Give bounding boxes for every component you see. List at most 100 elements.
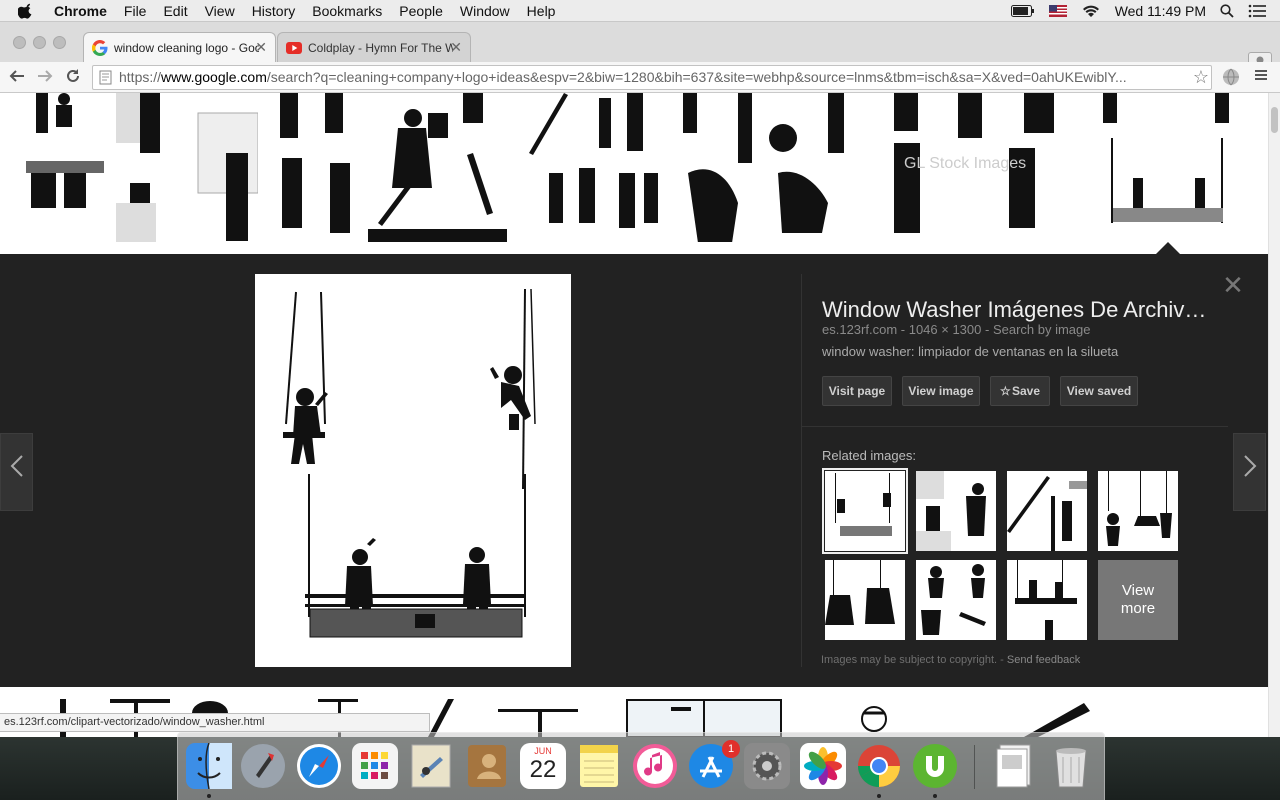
safari-icon[interactable] bbox=[296, 743, 342, 789]
photos-icon[interactable] bbox=[800, 743, 846, 789]
menu-bookmarks[interactable]: Bookmarks bbox=[312, 3, 382, 19]
pdf-document-icon[interactable] bbox=[992, 743, 1038, 789]
reload-button[interactable] bbox=[62, 67, 84, 89]
apps-grid-icon[interactable] bbox=[352, 743, 398, 789]
send-feedback-link[interactable]: Send feedback bbox=[1007, 654, 1080, 666]
menu-help[interactable]: Help bbox=[527, 3, 556, 19]
chrome-icon[interactable] bbox=[856, 743, 902, 789]
panel-separator bbox=[802, 426, 1228, 427]
page-info-icon[interactable] bbox=[99, 70, 113, 85]
launchpad-icon[interactable] bbox=[240, 743, 286, 789]
notification-center-icon[interactable] bbox=[1248, 4, 1266, 18]
silhouette-image bbox=[280, 93, 350, 233]
related-image[interactable] bbox=[1007, 560, 1087, 640]
silhouette-image bbox=[683, 93, 844, 242]
chevron-left-icon bbox=[10, 455, 23, 477]
url-scheme: https:// bbox=[119, 69, 162, 85]
image-result[interactable] bbox=[270, 93, 356, 242]
battery-icon[interactable] bbox=[1010, 5, 1035, 17]
page-scrollbar[interactable] bbox=[1268, 93, 1280, 737]
source-domain[interactable]: es.123rf.com bbox=[822, 322, 897, 337]
related-image[interactable] bbox=[916, 471, 996, 551]
screen: Chrome File Edit View History Bookmarks … bbox=[0, 0, 1280, 800]
image-result[interactable] bbox=[519, 93, 666, 242]
running-indicator bbox=[207, 794, 211, 798]
tab-close-icon[interactable]: ✕ bbox=[450, 39, 462, 56]
image-result[interactable] bbox=[16, 93, 104, 242]
address-bar[interactable]: https://www.google.com/search?q=cleaning… bbox=[92, 65, 1212, 90]
bookmark-star-icon[interactable]: ☆ bbox=[1193, 66, 1209, 89]
itunes-icon[interactable] bbox=[632, 743, 678, 789]
menu-window[interactable]: Window bbox=[460, 3, 510, 19]
image-result[interactable] bbox=[116, 93, 258, 242]
visit-page-button[interactable]: Visit page bbox=[822, 376, 892, 406]
image-meta: es.123rf.com - 1046 × 1300 - Search by i… bbox=[822, 322, 1091, 337]
meta-separator: - bbox=[981, 322, 993, 337]
forward-arrow-icon bbox=[38, 70, 53, 82]
star-icon: ☆ bbox=[1000, 384, 1011, 398]
chrome-menu-button[interactable] bbox=[1250, 67, 1272, 89]
utorrent-icon[interactable] bbox=[912, 743, 958, 789]
image-description: window washer: limpiador de ventanas en … bbox=[822, 344, 1119, 359]
trash-icon[interactable] bbox=[1048, 743, 1094, 789]
calendar-month: JUN bbox=[534, 746, 552, 756]
related-image[interactable] bbox=[1007, 471, 1087, 551]
copyright-separator: - bbox=[997, 654, 1007, 666]
menu-edit[interactable]: Edit bbox=[163, 3, 187, 19]
view-saved-button[interactable]: View saved bbox=[1060, 376, 1138, 406]
tab-youtube[interactable]: Coldplay - Hymn For The W ✕ bbox=[277, 32, 471, 62]
image-result-selected[interactable] bbox=[1083, 93, 1249, 242]
contacts-icon[interactable] bbox=[464, 743, 510, 789]
related-image[interactable] bbox=[916, 560, 996, 640]
us-flag-icon[interactable] bbox=[1048, 5, 1067, 17]
forward-button[interactable] bbox=[34, 67, 56, 89]
running-indicator bbox=[877, 794, 881, 798]
related-image[interactable] bbox=[822, 468, 908, 554]
hamburger-menu-icon bbox=[1255, 70, 1267, 80]
notes-icon[interactable] bbox=[576, 743, 622, 789]
youtube-icon bbox=[286, 42, 302, 54]
tab-google-images[interactable]: window cleaning logo - Goo ✕ bbox=[83, 32, 276, 62]
silhouette-image bbox=[529, 93, 658, 228]
image-result[interactable] bbox=[678, 93, 852, 242]
window-minimize-button[interactable] bbox=[33, 36, 46, 49]
next-image-button[interactable] bbox=[1233, 433, 1266, 511]
finder-icon[interactable] bbox=[186, 742, 232, 790]
back-button[interactable] bbox=[6, 67, 28, 89]
related-image[interactable] bbox=[1098, 471, 1178, 551]
reload-icon bbox=[67, 69, 79, 82]
tab-close-icon[interactable]: ✕ bbox=[255, 39, 267, 56]
related-image[interactable] bbox=[825, 560, 905, 640]
spotlight-search-icon[interactable] bbox=[1220, 4, 1234, 18]
window-close-button[interactable] bbox=[13, 36, 26, 49]
search-by-image-link[interactable]: Search by image bbox=[993, 322, 1091, 337]
menu-people[interactable]: People bbox=[399, 3, 443, 19]
calendar-icon[interactable]: JUN 22 bbox=[520, 743, 566, 789]
view-more-button[interactable]: View more bbox=[1098, 560, 1178, 640]
close-panel-icon[interactable]: ✕ bbox=[1222, 272, 1244, 298]
image-title[interactable]: Window Washer Imágenes De Archiv… bbox=[822, 297, 1206, 323]
google-g-icon bbox=[92, 40, 108, 56]
menu-history[interactable]: History bbox=[252, 3, 296, 19]
system-preferences-icon[interactable] bbox=[744, 743, 790, 789]
window-zoom-button[interactable] bbox=[53, 36, 66, 49]
menu-app-name[interactable]: Chrome bbox=[54, 3, 107, 19]
wifi-icon[interactable] bbox=[1081, 4, 1101, 18]
menu-view[interactable]: View bbox=[205, 3, 235, 19]
apple-icon[interactable] bbox=[18, 3, 34, 19]
tab-title: Coldplay - Hymn For The W bbox=[308, 40, 453, 55]
preview-image[interactable] bbox=[255, 274, 571, 667]
save-button[interactable]: ☆ Save bbox=[990, 376, 1050, 406]
previous-image-button[interactable] bbox=[0, 433, 33, 511]
image-result[interactable]: GL Stock Images bbox=[864, 93, 1070, 242]
image-result[interactable] bbox=[368, 93, 507, 242]
menu-clock[interactable]: Wed 11:49 PM bbox=[1115, 3, 1206, 19]
scrollbar-thumb[interactable] bbox=[1271, 107, 1278, 133]
globe-icon bbox=[1223, 68, 1239, 86]
view-image-button[interactable]: View image bbox=[902, 376, 980, 406]
extension-button[interactable] bbox=[1220, 67, 1242, 89]
silhouette-image bbox=[368, 93, 507, 242]
menu-file[interactable]: File bbox=[124, 3, 147, 19]
mail-icon[interactable] bbox=[408, 743, 454, 789]
silhouette-image bbox=[835, 473, 892, 536]
